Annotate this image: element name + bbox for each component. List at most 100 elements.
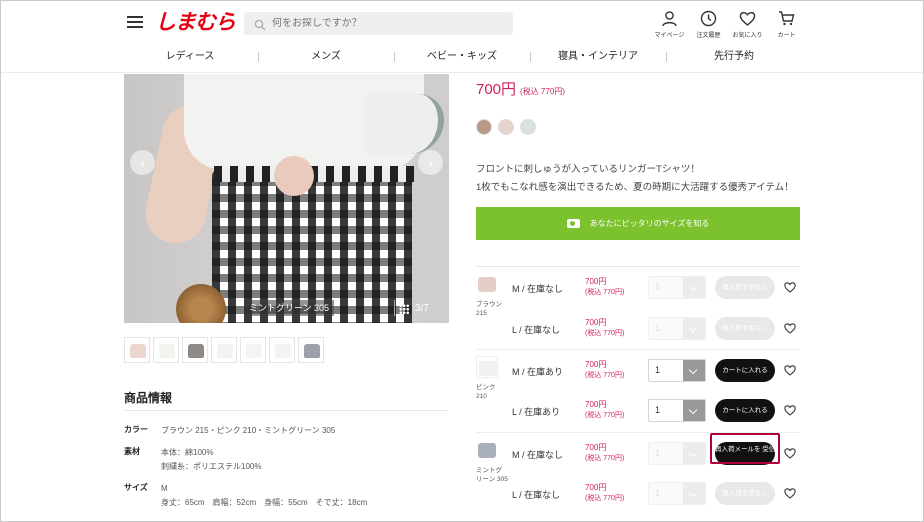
variant-price: 700円 (税込 770円): [585, 399, 624, 421]
favorite-heart-icon[interactable]: [784, 364, 796, 376]
color-swatches: [476, 119, 542, 135]
info-divider: [124, 410, 448, 411]
product-image-gallery[interactable]: ‹ › ミントグリーン 305 3/7: [124, 74, 449, 323]
price-tax: (税込 770円): [520, 87, 565, 96]
quantity-select[interactable]: 1: [648, 276, 706, 299]
size-finder-label: あなたにピッタリのサイズを知る: [589, 219, 710, 228]
order-history-label: 注文履歴: [696, 33, 721, 39]
nav-ladies[interactable]: レディース: [122, 46, 258, 70]
info-value: 本体：綿100%: [161, 448, 214, 457]
chevron-down-icon: [683, 318, 705, 339]
quantity-select[interactable]: 1: [648, 317, 706, 340]
quantity-select[interactable]: 1: [648, 359, 706, 382]
variant-size: M / 在庫あり: [512, 367, 563, 377]
no-restock-button[interactable]: 再入荷予定なし: [715, 276, 775, 299]
quantity-select[interactable]: 1: [648, 442, 706, 465]
gallery-counter[interactable]: 3/7: [399, 303, 429, 314]
restock-email-button[interactable]: 再入荷メールを 受信する: [715, 442, 788, 465]
no-restock-button[interactable]: 再入荷予定なし: [715, 482, 775, 505]
variant-price: 700円 (税込 770円): [585, 442, 624, 464]
variant-price-value: 700円: [585, 318, 607, 327]
grid-icon: [399, 303, 409, 314]
variant-price-value: 700円: [585, 443, 607, 452]
swatch-brown[interactable]: [476, 119, 492, 135]
chevron-down-icon: [683, 443, 705, 464]
favorite-heart-icon[interactable]: [784, 281, 796, 293]
thumbnail-6[interactable]: [269, 337, 295, 363]
gallery-prev-button[interactable]: ‹: [130, 150, 155, 175]
product-photo: [124, 74, 449, 323]
mypage-button[interactable]: マイページ: [650, 10, 689, 39]
nav-preorder[interactable]: 先行予約: [666, 46, 802, 70]
info-key: サイズ: [124, 483, 148, 492]
category-nav: レディース メンズ ベビー・キッズ 寝具・インテリア 先行予約: [122, 46, 802, 70]
variant-size: L / 在庫なし: [512, 325, 561, 335]
thumbnail-7[interactable]: [298, 337, 324, 363]
order-history-button[interactable]: 注文履歴: [689, 10, 728, 39]
add-to-cart-button[interactable]: カートに入れる: [715, 359, 775, 382]
nav-divider: [0, 72, 924, 73]
nav-mens[interactable]: メンズ: [258, 46, 394, 70]
thumbnail-3[interactable]: [182, 337, 208, 363]
quantity-value: 1: [655, 488, 661, 498]
chevron-down-icon: [683, 360, 705, 381]
quantity-select[interactable]: 1: [648, 399, 706, 422]
no-restock-button[interactable]: 再入荷予定なし: [715, 317, 775, 340]
variant-size: M / 在庫なし: [512, 284, 563, 294]
price-value: 700円: [476, 81, 517, 98]
description-line: 1枚でもこなれ感を演出できるため、夏の時期に大活躍する優秀アイテム！: [476, 182, 794, 193]
site-logo[interactable]: しまむら: [155, 9, 236, 35]
variant-thumbnail: [476, 439, 498, 461]
info-key: 素材: [124, 447, 140, 456]
favorite-heart-icon[interactable]: [784, 404, 796, 416]
variant-size: L / 在庫あり: [512, 407, 561, 417]
favorites-button[interactable]: お気に入り: [728, 10, 767, 39]
variant-price-value: 700円: [585, 360, 607, 369]
size-finder-icon: [566, 219, 580, 228]
variant-price: 700円 (税込 770円): [585, 317, 624, 339]
thumbnail-4[interactable]: [211, 337, 237, 363]
variant-price-tax: (税込 770円): [585, 372, 625, 379]
search-box[interactable]: [244, 12, 513, 35]
chevron-down-icon: [683, 277, 705, 298]
gallery-next-button[interactable]: ›: [418, 150, 443, 175]
person-icon: [662, 11, 677, 27]
favorite-heart-icon[interactable]: [784, 447, 796, 459]
product-info-heading: 商品情報: [124, 391, 173, 405]
size-finder-button[interactable]: あなたにピッタリのサイズを知る: [476, 207, 800, 240]
variant-thumbnail: [476, 273, 498, 295]
quantity-value: 1: [655, 282, 661, 292]
thumbnail-2[interactable]: [153, 337, 179, 363]
variant-price-tax: (税込 770円): [585, 495, 625, 502]
variant-thumbnail: [476, 356, 498, 378]
variant-size: L / 在庫なし: [512, 490, 561, 500]
add-to-cart-button[interactable]: カートに入れる: [715, 399, 775, 422]
thumbnail-1[interactable]: [124, 337, 150, 363]
swatch-pink[interactable]: [498, 119, 514, 135]
menu-icon[interactable]: [127, 16, 143, 29]
variant-row: L / 在庫なし 700円 (税込 770円) 1 再入荷予定なし: [476, 308, 800, 349]
info-key: カラー: [124, 425, 148, 434]
cart-button[interactable]: カート: [767, 10, 806, 39]
search-icon: [254, 18, 266, 30]
site-header: しまむら マイページ 注文履歴 お気に入り カート: [0, 0, 924, 46]
variant-price-value: 700円: [585, 400, 607, 409]
favorite-heart-icon[interactable]: [784, 322, 796, 334]
description-line: フロントに刺しゅうが入っているリンガーTシャツ！: [476, 164, 700, 175]
variant-price-tax: (税込 770円): [585, 455, 625, 462]
nav-bedding-interior[interactable]: 寝具・インテリア: [530, 46, 666, 70]
favorites-label: お気に入り: [732, 33, 763, 39]
cart-label: カート: [777, 33, 796, 39]
search-input[interactable]: [272, 18, 502, 29]
swatch-mint-green[interactable]: [520, 119, 536, 135]
variant-price-tax: (税込 770円): [585, 289, 625, 296]
quantity-select[interactable]: 1: [648, 482, 706, 505]
variant-size: M / 在庫なし: [512, 450, 563, 460]
variant-price-value: 700円: [585, 483, 607, 492]
thumbnail-5[interactable]: [240, 337, 266, 363]
mypage-label: マイページ: [654, 33, 685, 39]
header-icons: マイページ 注文履歴 お気に入り カート: [650, 10, 806, 39]
favorite-heart-icon[interactable]: [784, 487, 796, 499]
nav-baby-kids[interactable]: ベビー・キッズ: [394, 46, 530, 70]
info-value: 刺繍糸：ポリエステル100%: [161, 462, 262, 471]
